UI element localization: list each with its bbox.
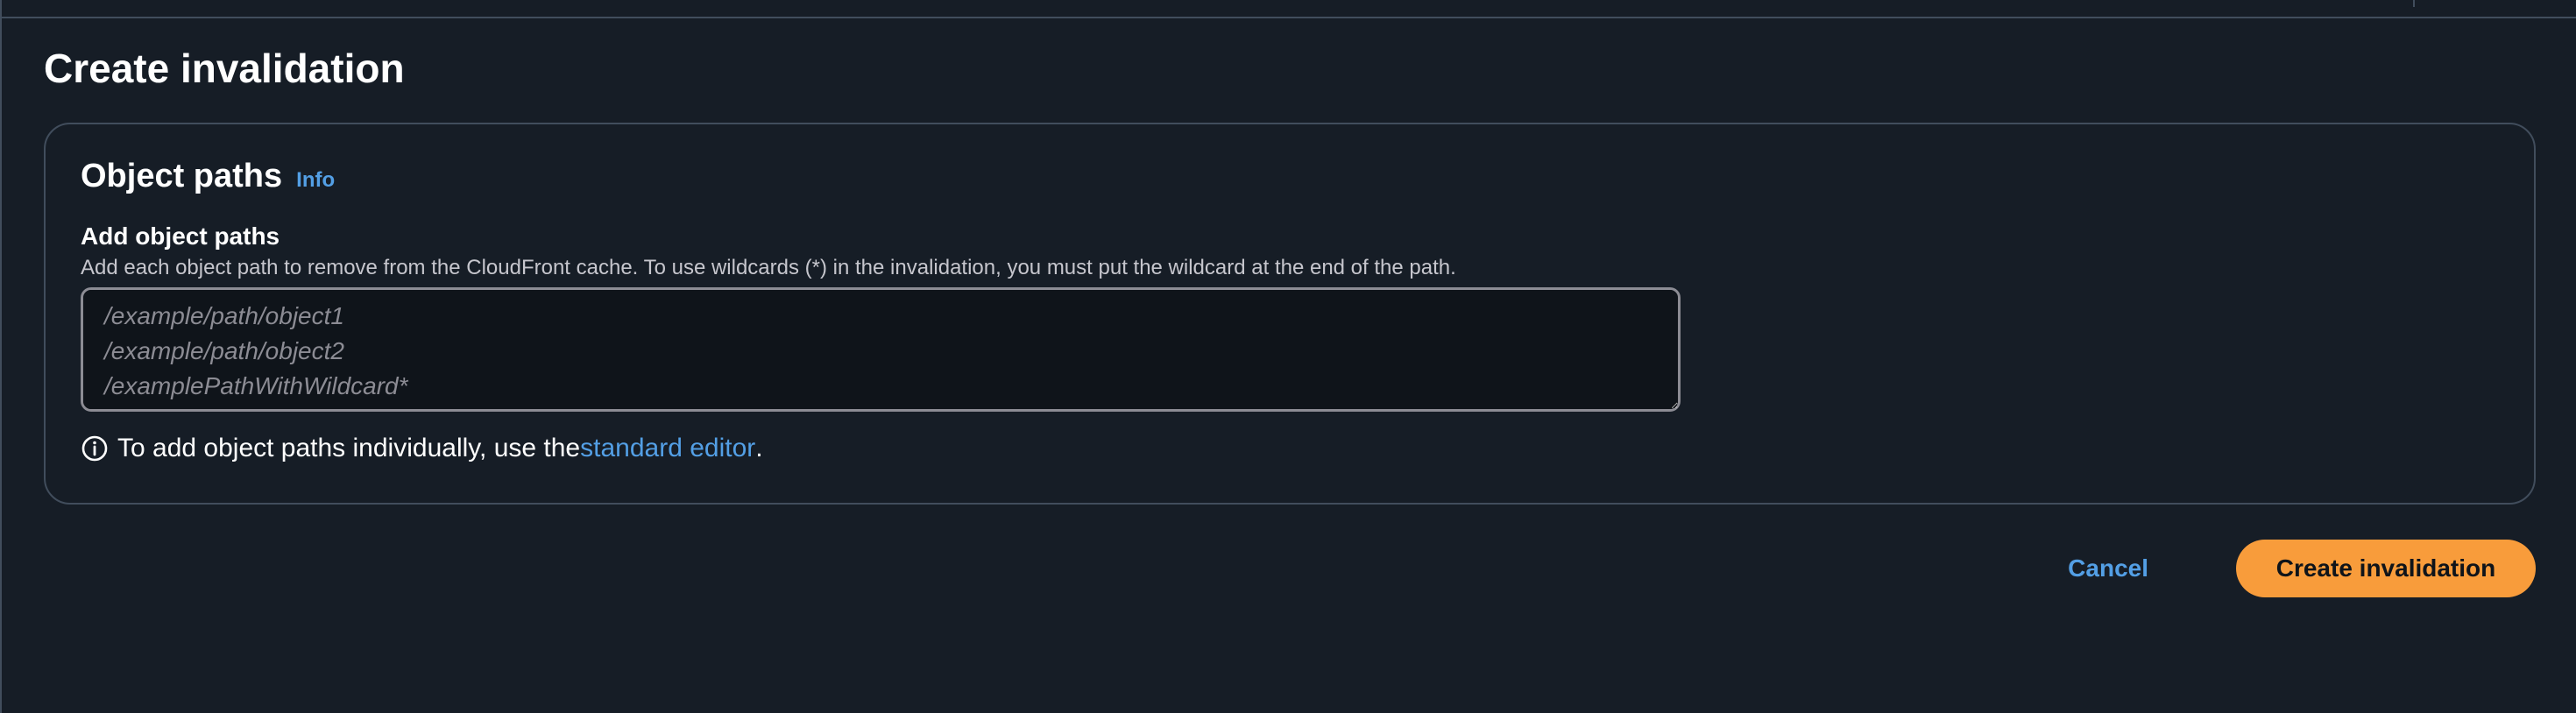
standard-editor-hint: To add object paths individually, use th…	[81, 431, 763, 466]
hint-suffix: .	[755, 434, 763, 462]
page-title: Create invalidation	[44, 46, 405, 91]
info-link[interactable]: Info	[296, 168, 335, 193]
object-paths-textarea[interactable]	[81, 287, 1681, 412]
section-title: Object paths	[81, 158, 283, 194]
hint-text: To add object paths individually, use th…	[117, 434, 581, 462]
standard-editor-link[interactable]: standard editor	[580, 431, 755, 466]
object-paths-container: Object paths Info Add object paths Add e…	[44, 123, 2536, 505]
top-divider-bar	[2, 0, 2576, 18]
info-circle-icon	[81, 435, 108, 462]
cancel-button[interactable]: Cancel	[2061, 540, 2155, 597]
object-paths-field-description: Add each object path to remove from the …	[81, 256, 1456, 279]
form-actions: Cancel Create invalidation	[2, 540, 2536, 597]
create-invalidation-page: Create invalidation Object paths Info Ad…	[0, 0, 2576, 713]
object-paths-field-label: Add object paths	[81, 222, 280, 250]
topbar-separator	[2413, 0, 2415, 7]
create-invalidation-button[interactable]: Create invalidation	[2236, 540, 2536, 597]
container-header: Object paths Info	[81, 154, 335, 198]
